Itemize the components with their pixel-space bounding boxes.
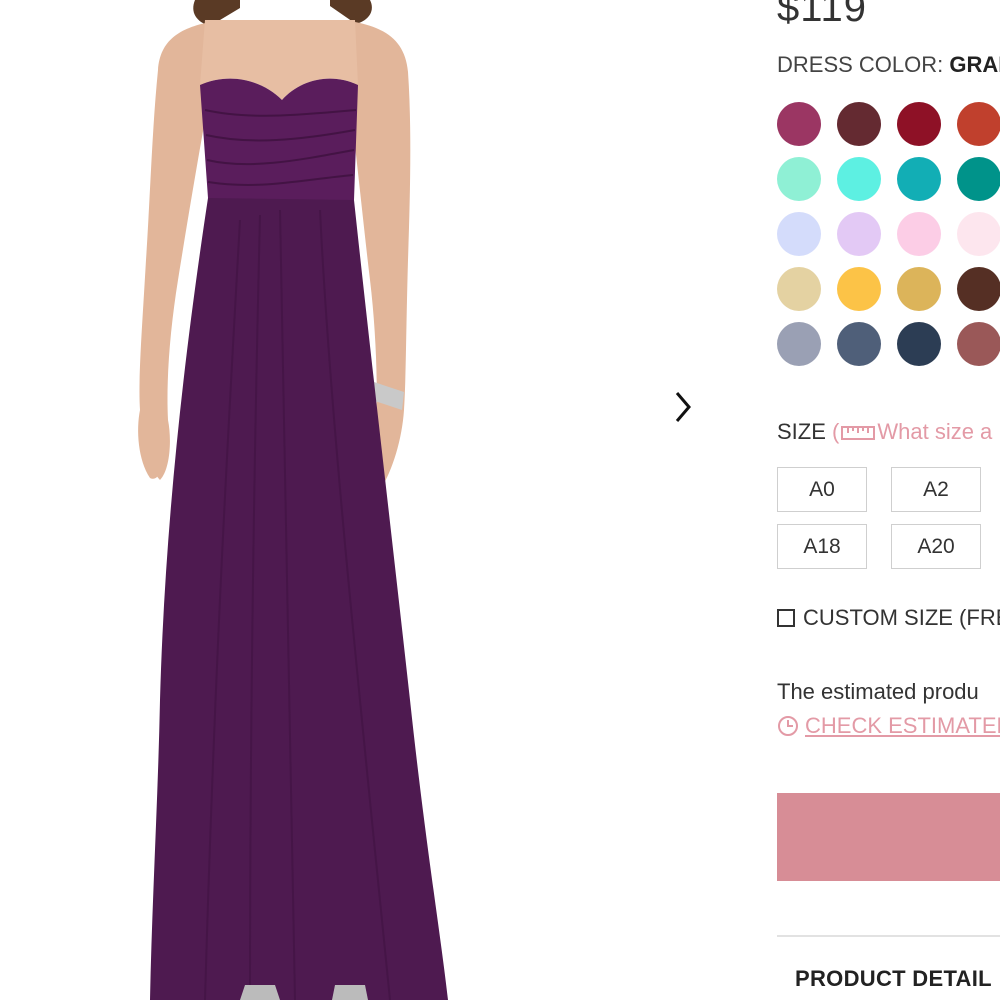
product-gallery [0,0,760,1000]
custom-size-label: CUSTOM SIZE (FRE [803,605,1000,630]
color-swatch-11[interactable] [897,212,941,256]
next-image-button[interactable] [664,388,702,426]
size-caption: SIZE [777,419,826,444]
product-price: $119 [777,0,868,30]
size-guide-link[interactable]: ( What size a [832,419,992,444]
size-guide-text: What size a [877,419,993,444]
ruler-icon [841,426,876,441]
check-estimated-text: CHECK ESTIMATED [805,713,1000,738]
chevron-right-icon [675,392,691,422]
size-option-a18[interactable]: A18 [777,524,867,569]
color-swatch-13[interactable] [777,267,821,311]
dress-color-value: GRAF [949,52,1000,77]
product-info-panel: $119 DRESS COLOR: GRAF SIZE ( What size a… [777,0,1000,1000]
color-swatch-2[interactable] [837,102,881,146]
color-swatch-8[interactable] [957,157,1000,201]
product-photo [138,0,448,1000]
custom-size-option[interactable]: CUSTOM SIZE (FRE [777,605,1000,631]
divider [777,935,1000,937]
color-swatch-15[interactable] [897,267,941,311]
color-swatch-14[interactable] [837,267,881,311]
check-estimated-link[interactable]: CHECK ESTIMATED [777,713,1000,739]
color-swatch-10[interactable] [837,212,881,256]
color-swatch-7[interactable] [897,157,941,201]
color-swatch-9[interactable] [777,212,821,256]
color-swatch-20[interactable] [957,322,1000,366]
color-swatch-5[interactable] [777,157,821,201]
estimated-production-text: The estimated produ [777,679,979,704]
color-swatch-16[interactable] [957,267,1000,311]
color-swatch-19[interactable] [897,322,941,366]
color-swatch-12[interactable] [957,212,1000,256]
color-swatch-17[interactable] [777,322,821,366]
size-option-a20[interactable]: A20 [891,524,981,569]
size-label: SIZE ( What size a [777,419,992,445]
size-option-a0[interactable]: A0 [777,467,867,512]
color-swatch-3[interactable] [897,102,941,146]
clock-icon [778,716,798,736]
color-swatch-4[interactable] [957,102,1000,146]
color-swatch-1[interactable] [777,102,821,146]
color-swatch-18[interactable] [837,322,881,366]
size-option-a2[interactable]: A2 [891,467,981,512]
dress-color-label: DRESS COLOR: GRAF [777,52,1000,78]
custom-size-checkbox[interactable] [777,609,795,627]
size-guide-paren: ( [832,419,840,444]
add-to-bag-button[interactable] [777,793,1000,881]
color-swatch-6[interactable] [837,157,881,201]
dress-color-caption: DRESS COLOR: [777,52,944,77]
product-details-heading[interactable]: PRODUCT DETAIL [795,966,992,992]
